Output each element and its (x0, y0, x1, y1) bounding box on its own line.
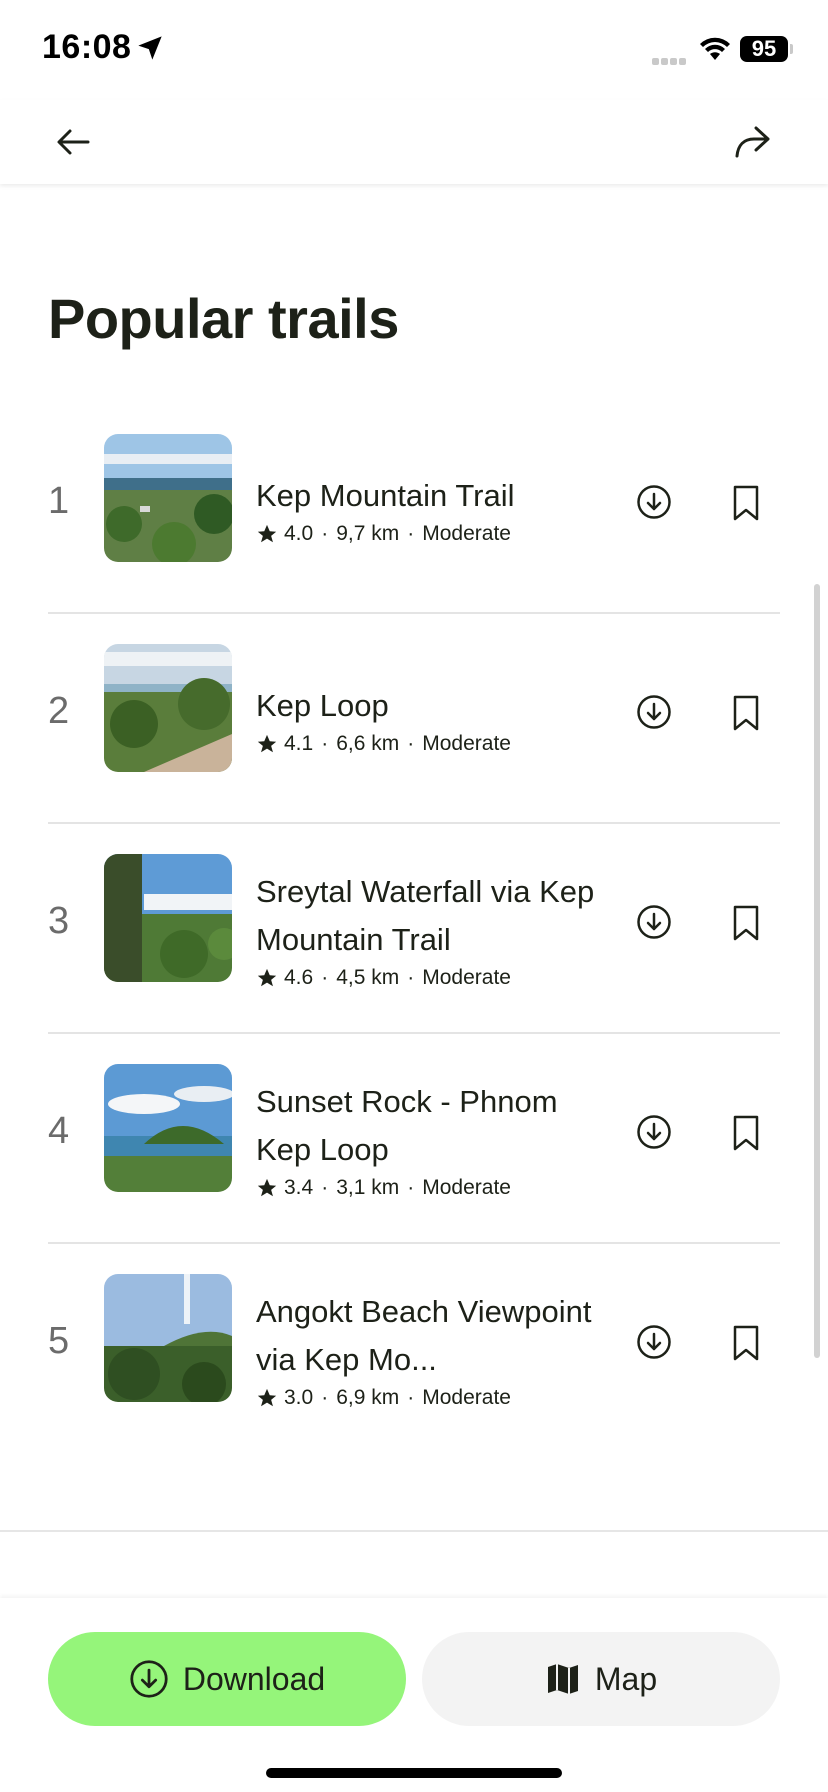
wifi-icon (700, 37, 730, 60)
trail-meta: 3.0 · 6,9 km · Moderate (256, 1386, 596, 1410)
download-circle-icon (130, 1660, 168, 1698)
trail-list-item[interactable]: 4 Sunset Rock - Phnom Kep Loop 3.4 · 3,1… (48, 1034, 780, 1244)
separator-dot: · (321, 966, 329, 989)
separator-dot: · (321, 1176, 329, 1199)
trail-distance: 6,6 km (336, 732, 400, 755)
trail-list-item[interactable]: 2 Kep Loop 4.1 · 6,6 km · Moderate (48, 614, 780, 824)
trail-rating: 4.1 (284, 732, 314, 755)
status-time: 16:08 (42, 28, 132, 66)
trail-difficulty: Moderate (422, 732, 511, 755)
separator-dot: · (321, 1386, 329, 1409)
cellular-signal-icon (652, 52, 688, 70)
trail-rank: 2 (48, 690, 70, 732)
trail-rating: 3.4 (284, 1176, 314, 1199)
trail-rating: 3.0 (284, 1386, 314, 1409)
trail-meta: 3.4 · 3,1 km · Moderate (256, 1176, 596, 1200)
trail-rating: 4.6 (284, 966, 314, 989)
map-icon (547, 1664, 578, 1694)
bookmark-icon[interactable] (728, 904, 764, 942)
bottom-action-bar: Download Map (0, 1598, 828, 1792)
bookmark-icon[interactable] (728, 1324, 764, 1362)
trail-info: Kep Mountain Trail 4.0 · 9,7 km · Modera… (256, 404, 596, 614)
trail-rank: 5 (48, 1320, 70, 1362)
bookmark-icon[interactable] (728, 1114, 764, 1152)
trail-difficulty: Moderate (422, 966, 511, 989)
download-circle-icon[interactable] (636, 694, 672, 730)
page-title: Popular trails (48, 287, 399, 350)
separator-dot: · (321, 522, 329, 545)
separator-dot: · (321, 732, 329, 755)
trail-name[interactable]: Sunset Rock - Phnom Kep Loop (256, 1078, 596, 1174)
trail-distance: 4,5 km (336, 966, 400, 989)
trail-photo[interactable] (104, 434, 232, 562)
trail-info: Sunset Rock - Phnom Kep Loop 3.4 · 3,1 k… (256, 1034, 596, 1244)
trail-photo[interactable] (104, 1274, 232, 1402)
star-icon (257, 1178, 277, 1197)
trail-info: Kep Loop 4.1 · 6,6 km · Moderate (256, 614, 596, 824)
bookmark-icon[interactable] (728, 694, 764, 732)
separator-dot: · (407, 732, 415, 755)
trail-meta: 4.0 · 9,7 km · Moderate (256, 522, 596, 546)
trail-info: Sreytal Waterfall via Kep Mountain Trail… (256, 824, 596, 1034)
map-button[interactable]: Map (422, 1632, 780, 1726)
bookmark-icon[interactable] (728, 484, 764, 522)
star-icon (257, 968, 277, 987)
map-button-label: Map (594, 1660, 658, 1697)
star-icon (257, 524, 277, 543)
trail-distance: 9,7 km (336, 522, 400, 545)
trail-difficulty: Moderate (422, 1386, 511, 1409)
separator-dot: · (407, 1386, 415, 1409)
status-bar: 16:08 95 (0, 0, 828, 100)
divider (0, 1530, 828, 1532)
trail-name[interactable]: Sreytal Waterfall via Kep Mountain Trail (256, 868, 596, 964)
trail-distance: 3,1 km (336, 1176, 400, 1199)
share-arrow-icon[interactable] (730, 120, 774, 164)
download-circle-icon[interactable] (636, 1324, 672, 1360)
trail-list-item[interactable]: 3 Sreytal Waterfall via Kep Mountain Tra… (48, 824, 780, 1034)
battery-tip (790, 44, 793, 54)
trail-photo[interactable] (104, 1064, 232, 1192)
trail-rating: 4.0 (284, 522, 314, 545)
trail-list-item[interactable]: 1 Kep Mountain Trail 4.0 · 9,7 km · Mode… (48, 404, 780, 614)
download-button-label: Download (182, 1660, 326, 1697)
trail-rank: 4 (48, 1110, 70, 1152)
home-indicator (266, 1768, 562, 1778)
download-circle-icon[interactable] (636, 1114, 672, 1150)
download-button[interactable]: Download (48, 1632, 406, 1726)
trail-name[interactable]: Angokt Beach Viewpoint via Kep Mo... (256, 1288, 596, 1384)
trail-list-item[interactable]: 5 Angokt Beach Viewpoint via Kep Mo... 3… (48, 1244, 780, 1454)
trail-difficulty: Moderate (422, 522, 511, 545)
separator-dot: · (407, 1176, 415, 1199)
star-icon (257, 1388, 277, 1407)
trail-rank: 1 (48, 480, 70, 522)
nav-header (0, 100, 828, 184)
trail-info: Angokt Beach Viewpoint via Kep Mo... 3.0… (256, 1244, 596, 1454)
trail-photo[interactable] (104, 644, 232, 772)
battery-indicator: 95 (740, 36, 788, 62)
scrollbar[interactable] (814, 584, 820, 1358)
separator-dot: · (407, 522, 415, 545)
trail-meta: 4.1 · 6,6 km · Moderate (256, 732, 596, 756)
trail-meta: 4.6 · 4,5 km · Moderate (256, 966, 596, 990)
trail-name[interactable]: Kep Mountain Trail (256, 472, 596, 520)
back-arrow-icon[interactable] (52, 120, 96, 164)
star-icon (257, 734, 277, 753)
trail-photo[interactable] (104, 854, 232, 982)
location-arrow-icon (138, 36, 162, 60)
trail-name[interactable]: Kep Loop (256, 682, 596, 730)
trail-distance: 6,9 km (336, 1386, 400, 1409)
trail-difficulty: Moderate (422, 1176, 511, 1199)
trail-rank: 3 (48, 900, 70, 942)
trail-list: 1 Kep Mountain Trail 4.0 · 9,7 km · Mode… (48, 404, 780, 1454)
download-circle-icon[interactable] (636, 484, 672, 520)
download-circle-icon[interactable] (636, 904, 672, 940)
separator-dot: · (407, 966, 415, 989)
